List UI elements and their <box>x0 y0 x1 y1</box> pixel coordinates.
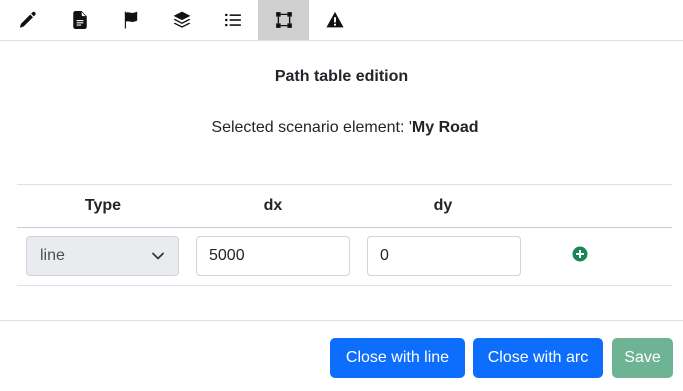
add-row-plus-icon[interactable] <box>572 246 588 262</box>
column-header-dy: dy <box>433 197 453 214</box>
chevron-down-icon <box>152 252 164 260</box>
tool-layers[interactable] <box>156 0 207 40</box>
dx-input[interactable]: 5000 <box>196 236 350 276</box>
footer-divider <box>0 320 683 321</box>
table-row: line 5000 0 <box>17 228 672 286</box>
close-with-line-button[interactable]: Close with line <box>330 338 465 378</box>
tool-list[interactable] <box>207 0 258 40</box>
table-header: Type dx dy <box>17 184 672 228</box>
tool-flag[interactable] <box>105 0 156 40</box>
warning-icon <box>325 11 344 28</box>
pencil-icon <box>19 11 36 28</box>
tool-edit[interactable] <box>0 0 54 40</box>
selected-element-text: Selected scenario element: 'My Road <box>0 119 683 137</box>
save-button[interactable]: Save <box>612 338 673 378</box>
tool-warning[interactable] <box>309 0 360 40</box>
toolbar <box>0 0 683 41</box>
tool-path-vertices[interactable] <box>258 0 309 40</box>
document-icon <box>72 11 87 29</box>
type-select[interactable]: line <box>26 236 179 276</box>
column-header-type: Type <box>84 197 122 214</box>
selected-element-value: My Road <box>411 119 479 136</box>
flag-icon <box>124 11 137 29</box>
page-title: Path table edition <box>274 68 409 85</box>
list-icon <box>224 13 241 27</box>
column-header-dx: dx <box>263 197 283 214</box>
tool-document[interactable] <box>54 0 105 40</box>
path-table: Type dx dy line 5000 0 <box>17 184 672 286</box>
dy-input[interactable]: 0 <box>367 236 521 276</box>
close-with-arc-button[interactable]: Close with arc <box>473 338 603 378</box>
type-select-value: line <box>40 247 65 264</box>
path-vertices-icon <box>275 12 292 28</box>
selected-element-label: Selected scenario element: ' <box>211 119 412 136</box>
layers-icon <box>173 11 190 28</box>
